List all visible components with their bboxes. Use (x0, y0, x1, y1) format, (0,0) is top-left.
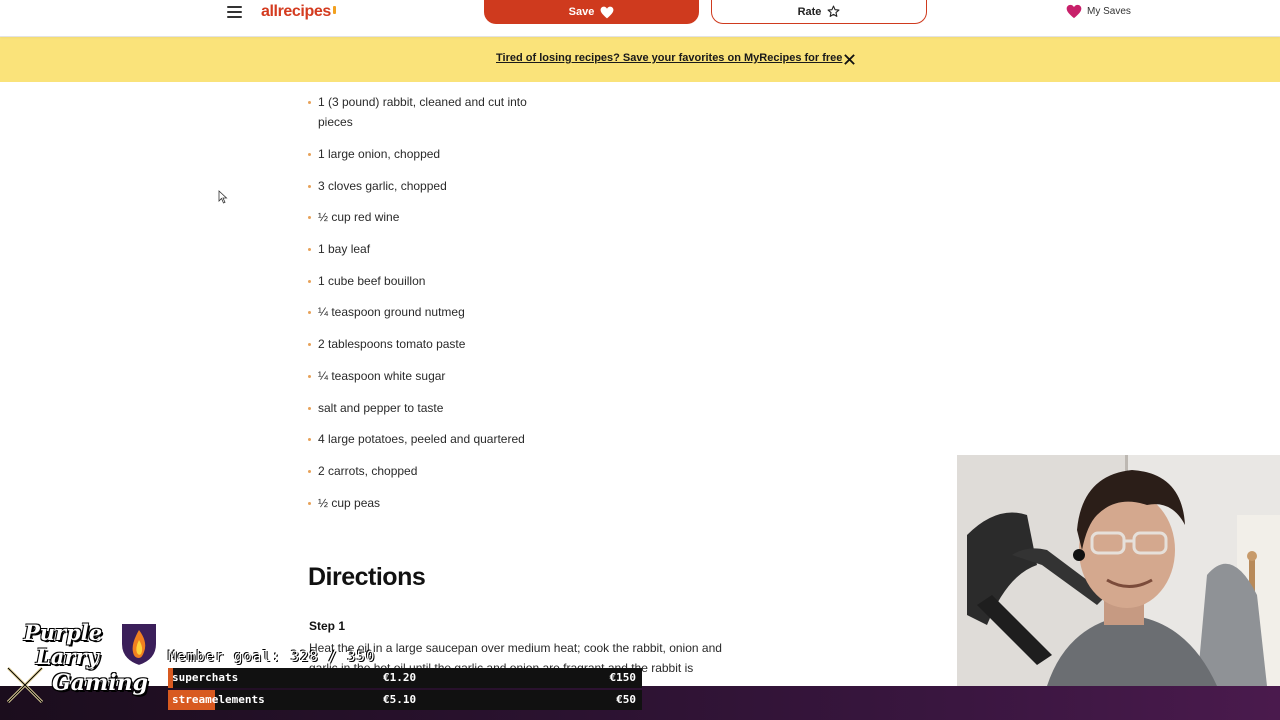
fire-crest-icon (120, 622, 158, 668)
ingredient-text: ½ cup red wine (318, 210, 400, 224)
top-nav: allrecipes Save Rate My Saves (0, 0, 1280, 37)
channel-logo: Purple Larry Gaming (6, 618, 166, 712)
ingredient-text: 4 large potatoes, peeled and quartered (318, 432, 525, 446)
ingredient-item: salt and pepper to taste (308, 398, 548, 418)
directions-heading: Directions (308, 563, 426, 591)
ingredient-item: 1 large onion, chopped (308, 144, 548, 164)
webcam-feed (957, 455, 1280, 686)
heart-icon (1066, 4, 1082, 19)
rate-label: Rate (797, 5, 822, 18)
ingredient-text: 1 bay leaf (318, 242, 371, 256)
heart-icon (600, 6, 614, 18)
my-saves-label: My Saves (1087, 6, 1131, 17)
ingredient-text: ¼ teaspoon ground nutmeg (318, 305, 465, 319)
banner-link[interactable]: Tired of losing recipes? Save your favor… (496, 52, 842, 64)
logo-text: allrecipes (261, 3, 331, 20)
logo-line-3: Gaming (52, 670, 149, 696)
ingredient-text: salt and pepper to taste (318, 401, 444, 415)
ingredient-item: ¼ teaspoon ground nutmeg (308, 302, 548, 322)
step-label: Step 1 (309, 619, 346, 633)
ingredient-item: 1 cube beef bouillon (308, 271, 548, 291)
streamelements-bar: streamelements €5.10 €50 (168, 690, 642, 710)
my-saves-link[interactable]: My Saves (1066, 4, 1131, 19)
ingredient-item: ¼ teaspoon white sugar (308, 366, 548, 386)
superchats-goal: €150 (609, 671, 637, 684)
logo-line-2: Larry (36, 644, 99, 669)
menu-icon[interactable] (227, 6, 242, 18)
crossed-swords-icon (6, 666, 44, 704)
ingredient-item: 1 bay leaf (308, 239, 548, 259)
webcam-image (957, 455, 1280, 686)
superchats-bar: superchats €1.20 €150 (168, 668, 642, 688)
rate-button[interactable]: Rate (711, 0, 927, 24)
ingredient-item: 4 large potatoes, peeled and quartered (308, 429, 548, 449)
superchats-label: superchats (172, 671, 239, 684)
allrecipes-logo[interactable]: allrecipes (261, 3, 336, 21)
ingredient-text: ¼ teaspoon white sugar (318, 369, 446, 383)
ingredient-text: 3 cloves garlic, chopped (318, 179, 447, 193)
ingredient-text: 2 tablespoons tomato paste (318, 337, 466, 351)
save-label: Save (568, 6, 595, 18)
streamelements-label: streamelements (172, 693, 265, 706)
ingredient-item: ½ cup peas (308, 493, 548, 513)
logo-line-1: Purple (24, 620, 103, 645)
promo-banner: Tired of losing recipes? Save your favor… (0, 37, 1280, 82)
member-goal-text: Member goal: 328 / 350 (168, 649, 376, 665)
ingredient-item: ½ cup red wine (308, 207, 548, 227)
streamelements-current: €5.10 (383, 693, 417, 706)
save-button[interactable]: Save (484, 0, 699, 24)
mouse-cursor-icon (218, 190, 228, 204)
ingredient-item: 2 tablespoons tomato paste (308, 334, 548, 354)
close-icon[interactable] (843, 53, 856, 66)
ingredient-text: 2 carrots, chopped (318, 464, 418, 478)
streamelements-goal: €50 (616, 693, 636, 706)
ingredient-item: 2 carrots, chopped (308, 461, 548, 481)
superchats-current: €1.20 (383, 671, 417, 684)
ingredient-text: 1 (3 pound) rabbit, cleaned and cut into… (318, 95, 527, 129)
ingredient-item: 3 cloves garlic, chopped (308, 176, 548, 196)
ingredient-text: ½ cup peas (318, 496, 381, 510)
star-icon (827, 5, 840, 17)
ingredient-item: 1 (3 pound) rabbit, cleaned and cut into… (308, 92, 548, 132)
ingredient-text: 1 large onion, chopped (318, 147, 441, 161)
ingredient-text: 1 cube beef bouillon (318, 274, 426, 288)
